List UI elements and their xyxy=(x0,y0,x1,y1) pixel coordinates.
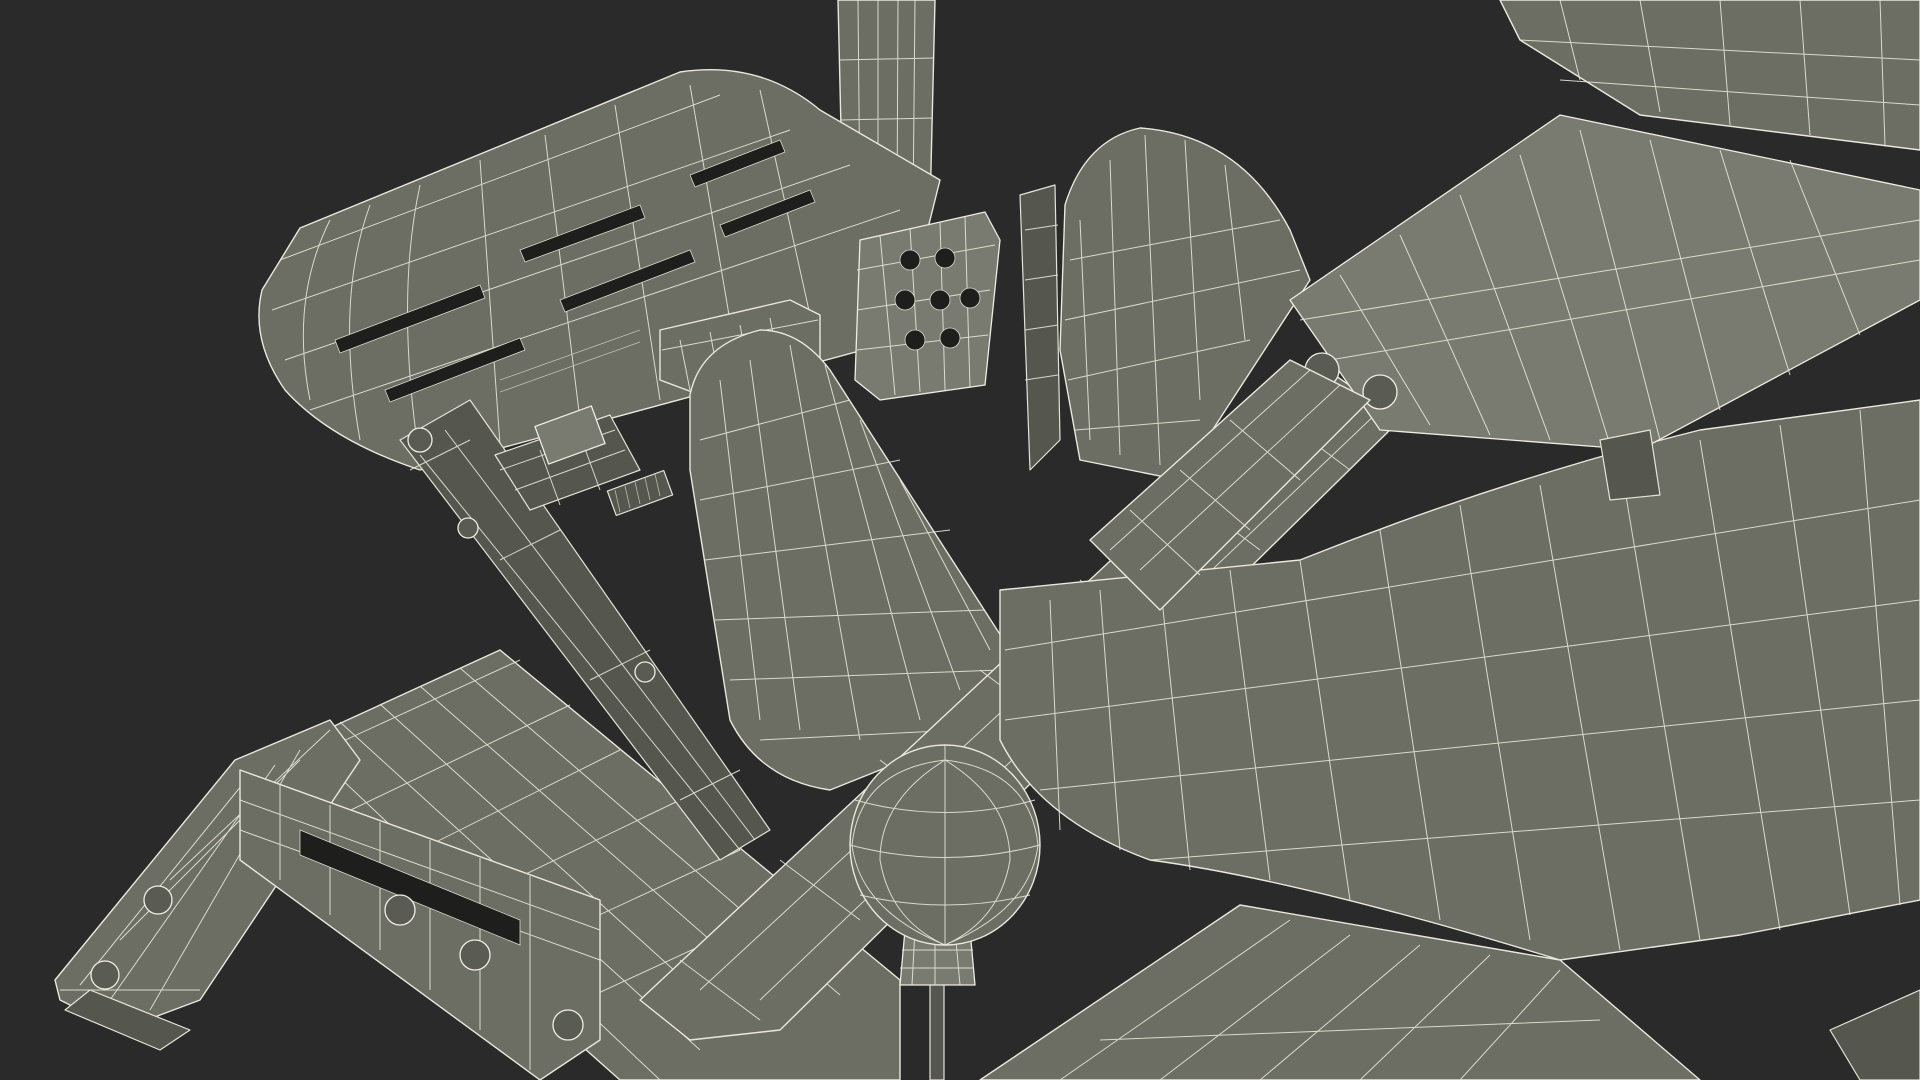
hex-bolt xyxy=(407,427,433,453)
pedal-hole xyxy=(899,249,921,271)
hex-bolt xyxy=(459,939,491,971)
pedal-hole xyxy=(959,287,981,309)
pedal-hole xyxy=(929,289,951,311)
hex-bolt xyxy=(90,960,120,990)
wireframe-render xyxy=(0,0,1920,1080)
hex-bolt xyxy=(457,517,479,539)
pedal-hole xyxy=(934,247,956,269)
hex-bolt xyxy=(634,661,656,683)
brake-pedal xyxy=(854,211,1001,401)
hex-bolt xyxy=(552,1009,584,1041)
hex-bolt xyxy=(1362,374,1398,410)
pedal-hole xyxy=(894,289,916,311)
render-viewport xyxy=(0,0,1920,1080)
pedal-hole xyxy=(939,327,961,349)
hex-bolt xyxy=(384,894,416,926)
pedal-hole xyxy=(904,329,926,351)
hex-bolt xyxy=(143,885,173,915)
